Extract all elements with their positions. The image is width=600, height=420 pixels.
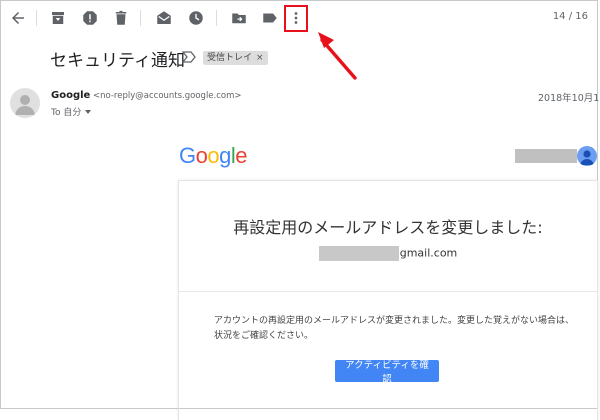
- delete-icon[interactable]: [111, 8, 131, 28]
- recovery-email-suffix: gmail.com: [399, 246, 458, 260]
- back-arrow-icon[interactable]: [8, 8, 28, 28]
- inbox-label-text: 受信トレイ: [207, 53, 253, 63]
- card-paragraph: アカウントの再設定用のメールアドレスが変更されました。変更した覚えがない場合は、…: [214, 316, 575, 341]
- mark-unread-icon[interactable]: [154, 8, 174, 28]
- caret-down-icon: [85, 109, 92, 114]
- importance-marker-icon[interactable]: [182, 51, 196, 63]
- message-date: 2018年10月17日: [538, 93, 600, 104]
- snooze-icon[interactable]: [186, 8, 206, 28]
- check-activity-button[interactable]: アクティビティを確認: [335, 360, 439, 385]
- logo-letter: g: [219, 143, 231, 168]
- annotation-arrow-icon: [318, 32, 357, 80]
- person-icon: [580, 150, 594, 165]
- redacted-email-prefix: [318, 246, 399, 261]
- report-spam-icon[interactable]: [80, 8, 100, 28]
- card-heading: 再設定用のメールアドレスを変更しました:: [233, 218, 543, 237]
- message-pager: 14 / 16: [552, 11, 588, 22]
- remove-label-icon[interactable]: ×: [256, 51, 264, 65]
- redacted-account-name: [515, 149, 577, 163]
- toolbar-separator: [36, 10, 37, 26]
- recipient-details-toggle[interactable]: To 自分: [51, 105, 92, 118]
- sender-name: Google: [51, 90, 91, 101]
- account-avatar: [577, 146, 597, 166]
- person-icon: [15, 95, 35, 115]
- toolbar-separator: [140, 10, 141, 26]
- toolbar-separator: [216, 10, 217, 26]
- google-logo: Google: [179, 143, 248, 169]
- logo-letter: e: [235, 143, 248, 168]
- message-subject: セキュリティ通知: [50, 51, 185, 71]
- archive-icon[interactable]: [48, 8, 68, 28]
- recovery-email-line: gmail.com: [178, 246, 598, 261]
- logo-letter: o: [195, 143, 208, 168]
- label-icon[interactable]: [260, 8, 280, 28]
- card-divider: [178, 291, 598, 292]
- recipient-label: To 自分: [51, 108, 82, 118]
- sender-email: <no-reply@accounts.google.com>: [93, 91, 242, 101]
- logo-letter: G: [179, 143, 196, 168]
- move-to-icon[interactable]: [229, 8, 249, 28]
- inbox-label-chip: 受信トレイ ×: [203, 51, 268, 65]
- logo-letter: o: [207, 143, 220, 168]
- sender-avatar: [10, 88, 40, 118]
